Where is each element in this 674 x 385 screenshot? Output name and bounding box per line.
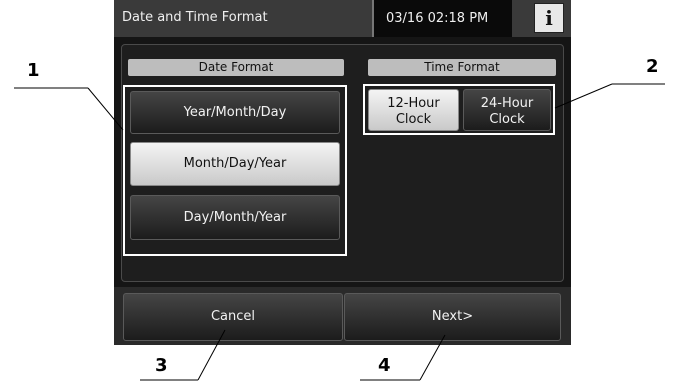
callout-4-leader (419, 334, 446, 381)
callout-2-leader (554, 83, 613, 109)
callout-2: 2 (646, 56, 659, 77)
callout-lines (14, 83, 665, 381)
callout-1: 1 (27, 60, 40, 81)
callout-4: 4 (378, 355, 391, 376)
callout-1-leader (87, 87, 124, 131)
callout-3: 3 (155, 355, 168, 376)
callout-3-leader (197, 329, 226, 381)
